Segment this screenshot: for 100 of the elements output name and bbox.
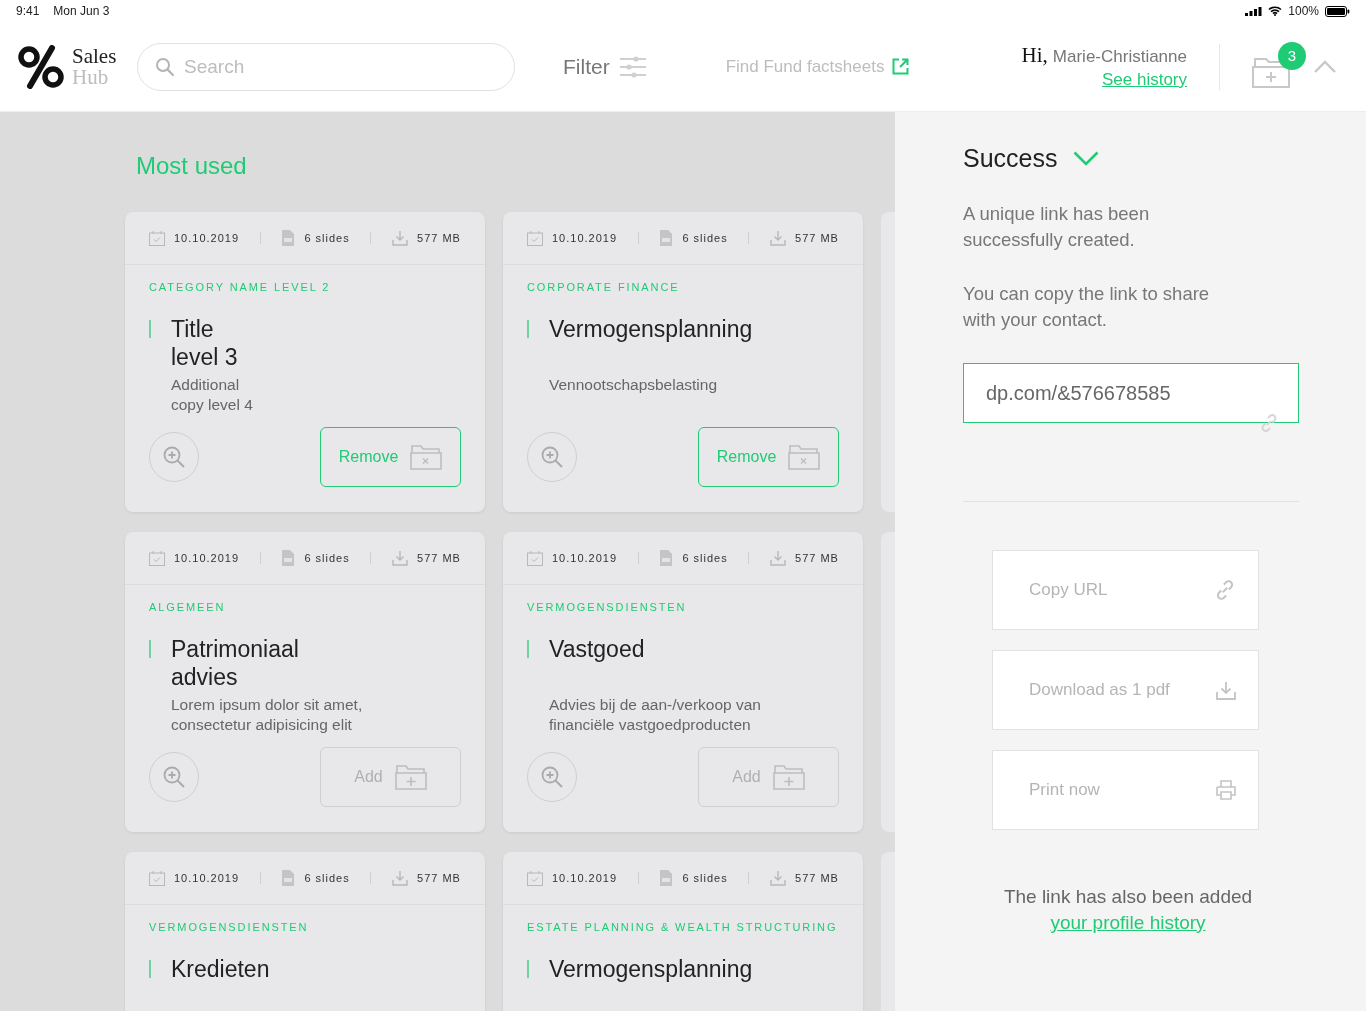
download-icon (1216, 680, 1236, 700)
zoom-in-button[interactable] (527, 432, 577, 482)
folder-icon (394, 764, 427, 790)
card-title: Vermogensplanning (549, 955, 753, 984)
user-name: Marie-Christianne (1052, 47, 1187, 67)
count-badge: 3 (1278, 41, 1306, 70)
card-title: Title level 3 (171, 315, 238, 371)
presentation-card[interactable]: 10.10.2019 6 slides 577 MB ESTATE PLANNING & WEALTH STRUCTURING Vermogensplanning (503, 852, 863, 1011)
card-category: CORPORATE FINANCE (527, 281, 681, 293)
battery-percent: 100% (1288, 4, 1319, 18)
zoom-in-icon (162, 765, 186, 789)
printer-icon (1216, 780, 1236, 800)
card-date: 10.10.2019 (174, 872, 240, 884)
card-title: Patrimoniaal advies (171, 635, 299, 691)
zoom-in-button[interactable] (527, 752, 577, 802)
card-date: 10.10.2019 (552, 232, 618, 244)
search-icon (155, 56, 175, 77)
profile-history-link[interactable]: your profile history (1050, 912, 1206, 934)
status-date: Mon Jun 3 (53, 4, 110, 18)
calendar-icon (527, 550, 543, 566)
file-size: 577 MB (795, 232, 839, 244)
presentation-card[interactable]: 10.10.2019 6 slides 577 MB CATEGORY NAME LEVEL 2 Title level 3 Additional copy level 4 Remove (125, 212, 485, 512)
calendar-icon (149, 550, 165, 566)
sliders-icon (619, 55, 646, 78)
folder-icon (772, 764, 805, 790)
chevron-down-icon[interactable] (1073, 151, 1100, 166)
slide-count: 6 slides (682, 232, 728, 244)
fund-factsheets-link[interactable]: Find Fund factsheets (725, 56, 910, 77)
download-icon (392, 230, 409, 246)
calendar-icon (527, 230, 543, 246)
calendar-icon (149, 870, 165, 886)
print-action-button[interactable]: Print now (992, 750, 1259, 830)
document-icon (659, 869, 674, 887)
chain-link-icon (1214, 579, 1236, 601)
download-icon (770, 550, 787, 566)
greeting: Hi, (1021, 43, 1048, 68)
chain-link-icon (1259, 413, 1279, 433)
slide-count: 6 slides (304, 552, 350, 564)
copy-action-button[interactable]: Copy URL (992, 550, 1259, 630)
logo-text: Sales (72, 45, 117, 67)
file-size: 577 MB (795, 552, 839, 564)
card-category: ALGEMEEN (149, 601, 227, 613)
card-category: VERMOGENSDIENSTEN (149, 921, 310, 933)
section-title: Most used (136, 152, 248, 180)
card-category: ESTATE PLANNING & WEALTH STRUCTURING (527, 921, 839, 933)
folder-icon (788, 444, 821, 470)
card-date: 10.10.2019 (552, 552, 618, 564)
card-title: Kredieten (171, 955, 270, 984)
card-description: Vennootschapsbelasting (549, 375, 719, 395)
slide-count: 6 slides (682, 552, 728, 564)
logo-subtext: Hub (72, 66, 110, 88)
slide-count: 6 slides (304, 232, 350, 244)
collection-toggle-button[interactable]: Remove (698, 427, 839, 487)
download-action-button[interactable]: Download as 1 pdf (992, 650, 1259, 730)
zoom-in-button[interactable] (149, 432, 199, 482)
zoom-in-button[interactable] (149, 752, 199, 802)
card-category: VERMOGENSDIENSTEN (527, 601, 688, 613)
slide-count: 6 slides (682, 872, 728, 884)
presentation-card[interactable]: 10.10.2019 6 slides 577 MB VERMOGENSDIENSTEN Kredieten (125, 852, 485, 1011)
document-icon (659, 229, 674, 247)
success-message: A unique link has been successfully created. (963, 202, 1151, 252)
chevron-up-icon[interactable] (1314, 60, 1336, 73)
share-instruction: You can copy the link to share with your contact. (963, 282, 1211, 332)
download-icon (392, 870, 409, 886)
panel-title: Success (963, 144, 1058, 173)
zoom-in-icon (540, 445, 564, 469)
presentation-card[interactable]: 10.10.2019 6 slides 577 MB VERMOGENSDIENSTEN Vastgoed Advies bij de aan-/verkoop van financiële vastgoedproducten Add (503, 532, 863, 832)
document-icon (659, 549, 674, 567)
signal-icon (1245, 6, 1263, 16)
see-history-link[interactable]: See history (1101, 70, 1187, 90)
card-title: Vastgoed (549, 635, 645, 664)
collection-toggle-button[interactable]: Remove (320, 427, 461, 487)
download-icon (392, 550, 409, 566)
presentation-card[interactable]: 10.10.2019 6 slides 577 MB ALGEMEEN Patrimoniaal advies Lorem ipsum dolor sit amet, consectetur adipisicing elit Add (125, 532, 485, 832)
card-description: Lorem ipsum dolor sit amet, consectetur adipisicing elit (171, 695, 364, 735)
card-title: Vermogensplanning (549, 315, 753, 344)
document-icon (281, 869, 296, 887)
status-time: 9:41 (16, 4, 40, 18)
search-field[interactable]: Search (137, 42, 515, 91)
document-icon (281, 549, 296, 567)
battery-icon (1325, 5, 1350, 17)
card-description: Advies bij de aan-/verkoop van financiële vastgoedproducten (549, 695, 762, 735)
collection-toggle-button[interactable]: Add (698, 747, 839, 807)
file-size: 577 MB (417, 872, 461, 884)
calendar-icon (527, 870, 543, 886)
file-size: 577 MB (417, 552, 461, 564)
collection-toggle-button[interactable]: Add (320, 747, 461, 807)
presentation-card[interactable]: 10.10.2019 6 slides 577 MB CORPORATE FINANCE Vermogensplanning Vennootschapsbelasting Remove (503, 212, 863, 512)
wifi-icon (1268, 6, 1283, 16)
filter-button[interactable]: Filter (563, 54, 646, 79)
card-category: CATEGORY NAME LEVEL 2 (149, 281, 332, 293)
card-description: Additional copy level 4 (171, 375, 254, 415)
download-icon (770, 230, 787, 246)
external-link-icon (892, 58, 910, 75)
slide-count: 6 slides (304, 872, 350, 884)
footer-note: The link has also been added (1003, 886, 1253, 908)
card-date: 10.10.2019 (552, 872, 618, 884)
link-field[interactable]: dp.com/&576678585 (963, 363, 1299, 423)
zoom-in-icon (162, 445, 186, 469)
zoom-in-icon (540, 765, 564, 789)
